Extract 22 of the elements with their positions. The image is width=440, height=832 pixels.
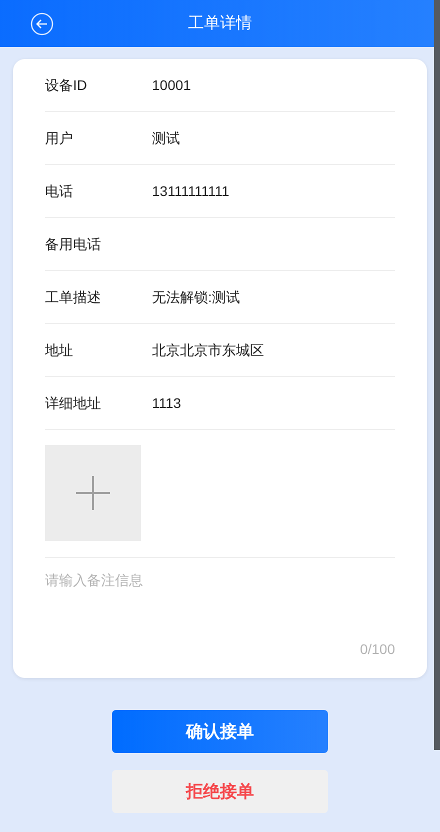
field-label: 设备ID: [45, 76, 88, 94]
scrollbar[interactable]: [434, 0, 440, 750]
field-label: 工单描述: [45, 288, 102, 306]
field-label: 电话: [45, 182, 74, 200]
field-label: 地址: [45, 340, 74, 360]
confirm-button[interactable]: 确认接单: [112, 710, 328, 753]
field-value: 测试: [152, 128, 180, 148]
field-label: 详细地址: [45, 394, 102, 412]
character-counter: 0/100: [358, 640, 395, 659]
reject-button[interactable]: 拒绝接单: [112, 770, 328, 813]
field-value: 无法解锁:测试: [152, 288, 240, 306]
field-value: 1113: [152, 394, 182, 412]
field-value: 13111111111: [152, 182, 230, 200]
page-title: 工单详情: [188, 14, 252, 34]
upload-button[interactable]: [45, 445, 141, 541]
field-value: 10001: [152, 76, 191, 94]
plus-icon: [76, 476, 110, 510]
field-label: 备用电话: [45, 234, 102, 254]
field-value: 北京北京市东城区: [152, 340, 264, 360]
field-label: 用户: [45, 128, 74, 148]
back-icon[interactable]: [30, 12, 54, 36]
remark-field[interactable]: 请输入备注信息: [45, 570, 395, 630]
